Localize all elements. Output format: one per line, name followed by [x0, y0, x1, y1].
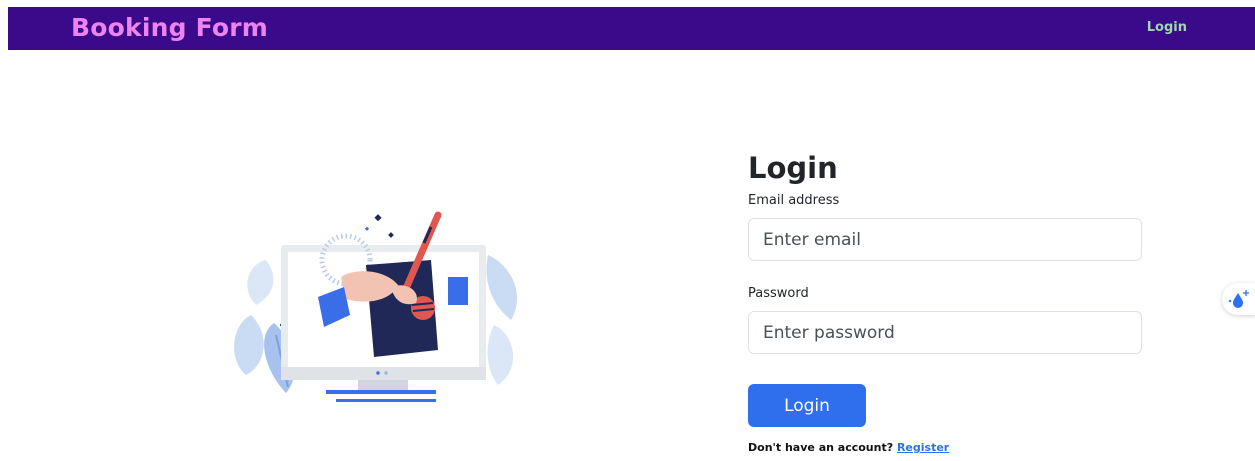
login-button[interactable]: Login: [748, 384, 866, 427]
signup-prompt: Don't have an account?: [748, 441, 894, 454]
computer-signing-illustration: [226, 205, 536, 405]
floating-widget-button[interactable]: [1222, 283, 1255, 315]
nav-login-link[interactable]: Login: [1147, 20, 1187, 35]
password-field[interactable]: [748, 311, 1142, 354]
form-title: Login: [748, 151, 838, 185]
login-form: Login Email address Password Login Don't…: [748, 150, 1142, 454]
droplet-sparkle-icon: [1222, 290, 1255, 319]
email-field[interactable]: [748, 218, 1142, 261]
brand-link[interactable]: Booking Form: [71, 13, 268, 42]
navbar: Booking Form Login: [8, 7, 1255, 50]
signup-line: Don't have an account? Register: [748, 441, 1142, 454]
password-label: Password: [748, 286, 809, 301]
register-link[interactable]: Register: [897, 441, 949, 454]
email-label: Email address: [748, 193, 840, 208]
